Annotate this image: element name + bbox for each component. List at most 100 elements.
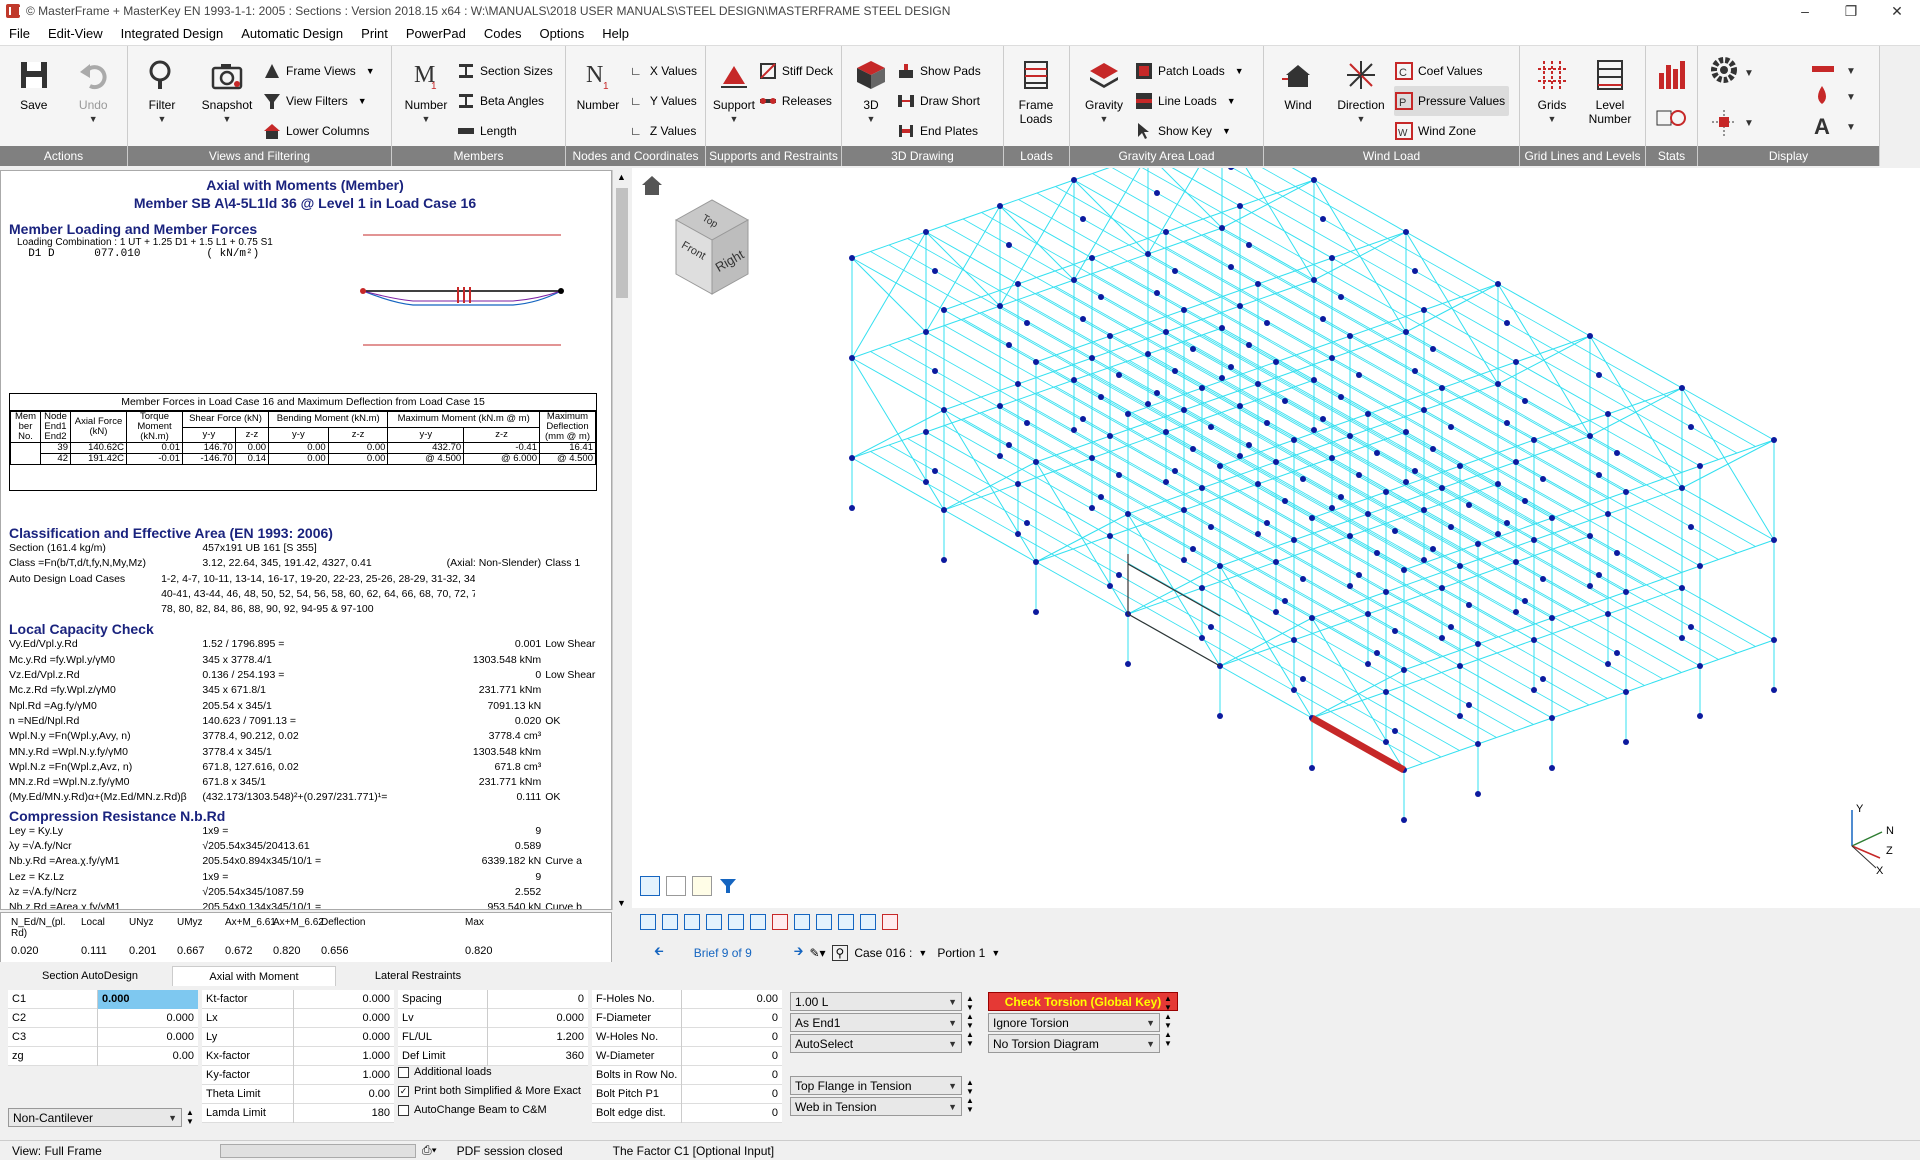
pin-icon[interactable] — [794, 914, 810, 930]
close-icon[interactable]: ✕ — [1874, 0, 1920, 22]
menu-codes[interactable]: Codes — [475, 26, 531, 41]
spacing-field-row[interactable]: Spacing 0 — [398, 989, 588, 1009]
end-plates-button[interactable]: End Plates — [896, 116, 985, 146]
c-field-value[interactable]: 0.00 — [98, 1047, 198, 1066]
spacing-field-value[interactable]: 0 — [488, 990, 588, 1009]
c-field-row[interactable]: C3 0.000 — [8, 1027, 198, 1047]
holes-field-value[interactable]: 0 — [682, 1009, 782, 1028]
k-field-row[interactable]: Kx-factor 1.000 — [202, 1046, 394, 1066]
dd1-spin-icon[interactable]: ▲ ▼ ▲ ▼ ▲ ▼ — [966, 994, 974, 1048]
scroll-up-icon[interactable]: ▲ — [617, 172, 626, 182]
case-select[interactable]: Case 016 : — [854, 946, 912, 960]
lower-columns-button[interactable]: Lower Columns — [262, 116, 379, 146]
tab-lateral-restraints[interactable]: Lateral Restraints — [336, 966, 500, 986]
stats-info-icon[interactable] — [1656, 108, 1686, 131]
patch-loads-button[interactable]: Patch Loads ▼ — [1134, 56, 1248, 86]
line-loads-button[interactable]: Line Loads ▼ — [1134, 86, 1248, 116]
coef-values-button[interactable]: C Coef Values — [1394, 56, 1509, 86]
spacing-field-row[interactable]: Def Limit 360 — [398, 1046, 588, 1066]
scroll-down-icon[interactable]: ▼ — [617, 898, 626, 908]
menu-automatic-design[interactable]: Automatic Design — [232, 26, 352, 41]
spacing-field-value[interactable]: 360 — [488, 1047, 588, 1066]
c-field-row[interactable]: C1 0.000 — [8, 989, 198, 1009]
menu-options[interactable]: Options — [530, 26, 593, 41]
dd3-spin-icon[interactable]: ▲ ▼ ▲ ▼ ▲ ▼ — [1164, 994, 1172, 1048]
holes-field-row[interactable]: W-Holes No. 0 — [592, 1027, 782, 1047]
tab-axial-with-moment[interactable]: Axial with Moment — [172, 966, 336, 986]
spacing-field-row[interactable]: Lv 0.000 — [398, 1008, 588, 1028]
minimize-icon[interactable]: – — [1782, 0, 1828, 22]
list-icon[interactable] — [684, 914, 700, 930]
autoselect-select[interactable]: AutoSelect ▼ — [790, 1034, 962, 1053]
holes-field-value[interactable]: 0 — [682, 1028, 782, 1047]
check-torsion-button[interactable]: Check Torsion (Global Key) — [988, 992, 1178, 1011]
maximize-icon[interactable]: ❐ — [1828, 0, 1874, 22]
k-field-value[interactable]: 0.00 — [294, 1085, 394, 1104]
menu-powerpad[interactable]: PowerPad — [397, 26, 475, 41]
holes-field-row[interactable]: W-Diameter 0 — [592, 1046, 782, 1066]
k-field-value[interactable]: 180 — [294, 1104, 394, 1123]
report-scrollbar[interactable]: ▲ ▼ — [612, 170, 630, 910]
filter-icon[interactable] — [718, 876, 738, 896]
pen-icon[interactable] — [692, 876, 712, 896]
length-factor-select[interactable]: 1.00 L ▼ — [790, 992, 962, 1011]
pin-case-icon[interactable]: ⚲ — [831, 944, 849, 961]
c-field-row[interactable]: zg 0.00 — [8, 1046, 198, 1066]
spacing-field-value[interactable]: 0.000 — [488, 1009, 588, 1028]
3d-viewport[interactable]: Top Front Right Y N Z X — [632, 168, 1920, 908]
checkbox-icon[interactable]: ✓ — [398, 1085, 409, 1097]
portion-select[interactable]: Portion 1 — [937, 946, 985, 960]
end-select[interactable]: As End1 ▼ — [790, 1013, 962, 1032]
c-field-row[interactable]: C2 0.000 — [8, 1008, 198, 1028]
z-values-button[interactable]: ∟ Z Values — [626, 116, 701, 146]
option-checkbox[interactable]: AutoChange Beam to C&M — [398, 1104, 547, 1116]
line-style-icon[interactable]: ▼ — [1810, 60, 1860, 83]
holes-field-value[interactable]: 0 — [682, 1047, 782, 1066]
spacing-field-value[interactable]: 1.200 — [488, 1028, 588, 1047]
stiff-deck-button[interactable]: Stiff Deck — [758, 56, 837, 86]
print-icon[interactable] — [816, 914, 832, 930]
menu-edit-view[interactable]: Edit-View — [39, 26, 112, 41]
k-field-value[interactable]: 1.000 — [294, 1047, 394, 1066]
draw-short-button[interactable]: Draw Short — [896, 86, 985, 116]
section-sizes-button[interactable]: Section Sizes — [456, 56, 557, 86]
k-field-value[interactable]: 0.000 — [294, 1009, 394, 1028]
length-button[interactable]: Length — [456, 116, 557, 146]
holes-field-row[interactable]: Bolt Pitch P1 0 — [592, 1084, 782, 1104]
cantilever-spin-icon[interactable]: ▲ ▼ — [186, 1108, 194, 1126]
k-field-row[interactable]: Lamda Limit 180 — [202, 1103, 394, 1123]
c-field-value[interactable]: 0.000 — [98, 989, 198, 1009]
settings-icon[interactable] — [666, 876, 686, 896]
cantilever-select[interactable]: Non-Cantilever ▼ — [8, 1108, 182, 1127]
tab-section-autodesign[interactable]: Section AutoDesign — [8, 966, 172, 986]
level-number-button[interactable]: Level Number — [1580, 50, 1640, 142]
snapshot-button[interactable]: Snapshot ▼ — [192, 50, 262, 142]
show-key-button[interactable]: Show Key ▼ — [1134, 116, 1248, 146]
frame-loads-button[interactable]: Frame Loads — [1008, 50, 1064, 142]
next-arrow-icon[interactable]: 🡲 — [794, 942, 804, 963]
holes-field-value[interactable]: 0.00 — [682, 990, 782, 1009]
menu-integrated-design[interactable]: Integrated Design — [112, 26, 233, 41]
filter-button[interactable]: Filter ▼ — [132, 50, 192, 142]
u-icon[interactable] — [706, 914, 722, 930]
wind-zone-button[interactable]: W Wind Zone — [1394, 116, 1509, 146]
copy-icon[interactable] — [838, 914, 854, 930]
k-field-value[interactable]: 1.000 — [294, 1066, 394, 1085]
torsion-select[interactable]: Ignore Torsion ▼ — [988, 1013, 1160, 1032]
wind-button[interactable]: Wind — [1268, 50, 1328, 142]
printer-icon[interactable]: ⎙▾ — [422, 1143, 437, 1158]
menu-help[interactable]: Help — [593, 26, 638, 41]
c-field-value[interactable]: 0.000 — [98, 1009, 198, 1028]
gravity-button[interactable]: Gravity ▼ — [1074, 50, 1134, 142]
k-field-row[interactable]: Ly 0.000 — [202, 1027, 394, 1047]
holes-field-row[interactable]: F-Diameter 0 — [592, 1008, 782, 1028]
checkbox-icon[interactable] — [398, 1104, 409, 1116]
report-icon[interactable] — [640, 914, 656, 930]
zoom-icon[interactable] — [640, 876, 660, 896]
k-field-value[interactable]: 0.000 — [294, 1028, 394, 1047]
support-button[interactable]: Support ▼ — [710, 50, 758, 142]
pdf-icon[interactable] — [882, 914, 898, 930]
option-checkbox[interactable]: Additional loads — [398, 1066, 492, 1078]
holes-field-row[interactable]: F-Holes No. 0.00 — [592, 989, 782, 1009]
edit-icon[interactable]: ✎▾ — [809, 946, 825, 960]
